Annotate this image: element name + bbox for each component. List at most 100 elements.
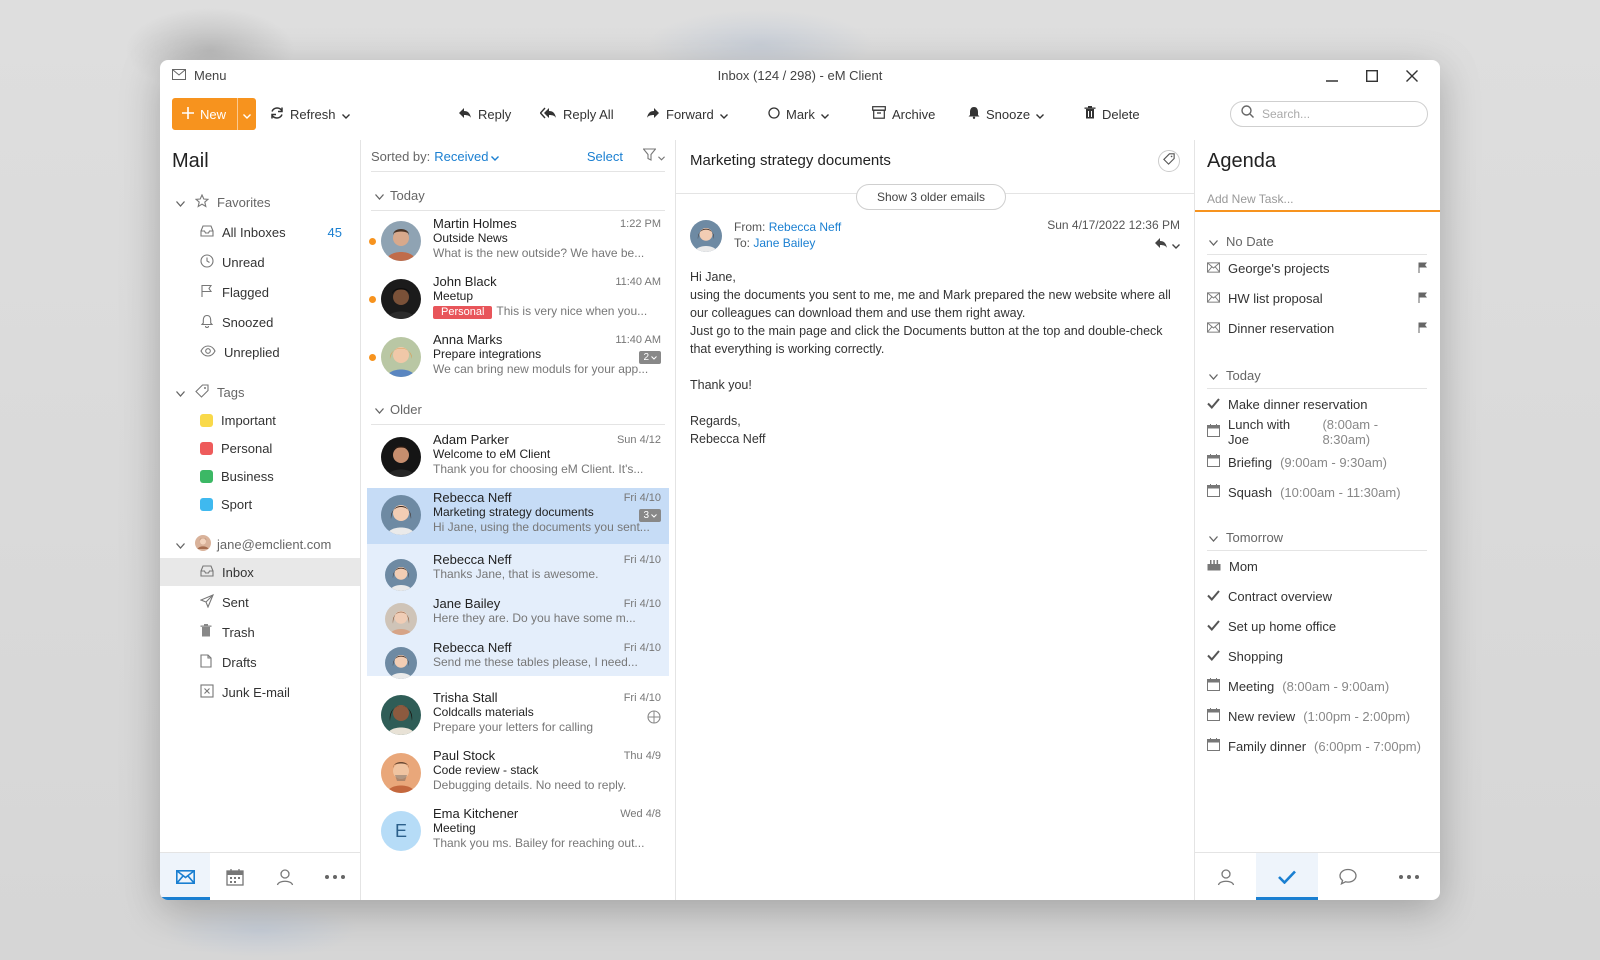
message-item[interactable]: E Ema Kitchener Wed 4/8 Meeting Thank yo… <box>367 804 669 860</box>
new-main-button[interactable]: New <box>172 98 238 130</box>
flag-icon[interactable] <box>1418 291 1427 306</box>
sidebar-item-inbox[interactable]: Inbox <box>160 558 360 586</box>
thread-count-badge[interactable]: 3 <box>639 509 661 522</box>
maximize-button[interactable] <box>1352 64 1392 88</box>
archive-button[interactable]: Archive <box>872 98 935 130</box>
tag-icon <box>195 383 209 401</box>
mark-button[interactable]: Mark <box>768 98 829 130</box>
message-item[interactable]: John Black 11:40 AM Meetup Personal This … <box>367 272 669 328</box>
from-name-link[interactable]: Rebecca Neff <box>769 220 842 234</box>
close-button[interactable] <box>1392 64 1432 88</box>
account-group-header[interactable]: jane@emclient.com <box>160 530 360 558</box>
agenda-contacts-button[interactable] <box>1195 853 1256 900</box>
refresh-button[interactable]: Refresh <box>270 98 350 130</box>
to-name-link[interactable]: Jane Bailey <box>753 236 815 250</box>
sidebar-item-flagged[interactable]: Flagged <box>160 278 360 306</box>
sidebar-item-tag-sport[interactable]: Sport <box>160 490 360 518</box>
contacts-module-button[interactable] <box>260 853 310 900</box>
sidebar-item-unreplied[interactable]: Unreplied <box>160 338 360 366</box>
calendar-event-icon <box>1207 424 1220 440</box>
more-modules-button[interactable] <box>310 853 360 900</box>
mail-module-button[interactable] <box>160 853 210 900</box>
add-task-input[interactable] <box>1207 188 1437 210</box>
sort-dropdown[interactable]: Received <box>434 149 500 164</box>
select-button[interactable]: Select <box>587 149 623 164</box>
flag-icon[interactable] <box>1418 261 1427 276</box>
calendar-event-icon <box>1207 454 1220 470</box>
sidebar-title: Mail <box>172 150 209 172</box>
bell-icon <box>200 314 214 331</box>
thread-message-item[interactable]: Rebecca Neff Fri 4/10 Send me these tabl… <box>367 638 669 682</box>
quick-reply-button[interactable] <box>1154 236 1180 254</box>
agenda-item[interactable]: Lunch with Joe (8:00am - 8:30am) <box>1207 417 1429 447</box>
sidebar-item-all-inboxes[interactable]: All Inboxes 45 <box>160 218 360 246</box>
agenda-chat-button[interactable] <box>1318 853 1379 900</box>
agenda-title: Agenda <box>1207 150 1276 172</box>
sidebar-item-tag-important[interactable]: Important <box>160 406 360 434</box>
group-header-today[interactable]: Today <box>375 188 425 203</box>
agenda-group-no-date[interactable]: No Date <box>1209 234 1274 249</box>
favorites-group-header[interactable]: Favorites <box>160 188 360 216</box>
checkmark-icon[interactable] <box>1207 397 1220 412</box>
agenda-item[interactable]: Shopping <box>1207 644 1429 668</box>
agenda-item[interactable]: HW list proposal <box>1207 286 1429 310</box>
sidebar-item-sent[interactable]: Sent <box>160 588 360 616</box>
message-item[interactable]: Trisha Stall Fri 4/10 Coldcalls material… <box>367 688 669 744</box>
sidebar-item-tag-personal[interactable]: Personal <box>160 434 360 462</box>
forward-button[interactable]: Forward <box>646 98 728 130</box>
delete-button[interactable]: Delete <box>1084 98 1140 130</box>
checkmark-icon[interactable] <box>1207 589 1220 604</box>
agenda-item[interactable]: New review (1:00pm - 2:00pm) <box>1207 704 1429 728</box>
thread-count-badge[interactable]: 2 <box>639 351 661 364</box>
message-item[interactable]: Adam Parker Sun 4/12 Welcome to eM Clien… <box>367 430 669 486</box>
sidebar-item-junk[interactable]: Junk E-mail <box>160 678 360 706</box>
agenda-item[interactable]: George's projects <box>1207 256 1429 280</box>
flag-icon[interactable] <box>1418 321 1427 336</box>
tags-group-header[interactable]: Tags <box>160 378 360 406</box>
agenda-more-button[interactable] <box>1379 853 1440 900</box>
checkmark-icon[interactable] <box>1207 619 1220 634</box>
message-item-selected[interactable]: Rebecca Neff Fri 4/10 Marketing strategy… <box>367 488 669 544</box>
sidebar-item-drafts[interactable]: Drafts <box>160 648 360 676</box>
thread-message-item[interactable]: Jane Bailey Fri 4/10 Here they are. Do y… <box>367 594 669 638</box>
sidebar-item-trash[interactable]: Trash <box>160 618 360 646</box>
agenda-item[interactable]: Contract overview <box>1207 584 1429 608</box>
sidebar-item-tag-business[interactable]: Business <box>160 462 360 490</box>
snooze-button[interactable]: Snooze <box>968 98 1045 130</box>
agenda-item[interactable]: Set up home office <box>1207 614 1429 638</box>
sidebar-item-snoozed[interactable]: Snoozed <box>160 308 360 336</box>
checkmark-icon[interactable] <box>1207 649 1220 664</box>
sidebar-item-unread[interactable]: Unread <box>160 248 360 276</box>
reply-all-button[interactable]: Reply All <box>539 98 614 130</box>
minimize-button[interactable] <box>1312 64 1352 88</box>
message-item[interactable]: Paul Stock Thu 4/9 Code review - stack D… <box>367 746 669 802</box>
thread-message-item[interactable]: Rebecca Neff Fri 4/10 Thanks Jane, that … <box>367 550 669 594</box>
message-item[interactable]: Martin Holmes 1:22 PM Outside News What … <box>367 214 669 270</box>
agenda-item[interactable]: Family dinner (6:00pm - 7:00pm) <box>1207 734 1429 758</box>
agenda-item-time: (6:00pm - 7:00pm) <box>1314 738 1421 754</box>
agenda-item[interactable]: Dinner reservation <box>1207 316 1429 340</box>
agenda-item[interactable]: Briefing (9:00am - 9:30am) <box>1207 450 1429 474</box>
filter-button[interactable] <box>642 148 665 164</box>
agenda-tasks-button[interactable] <box>1256 853 1318 900</box>
agenda-item[interactable]: Make dinner reservation <box>1207 392 1429 416</box>
search-box[interactable] <box>1230 101 1428 127</box>
trash-icon <box>200 624 212 640</box>
search-input[interactable] <box>1262 107 1412 121</box>
new-dropdown-button[interactable] <box>238 98 256 130</box>
agenda-group-today[interactable]: Today <box>1209 368 1261 383</box>
email-body: Hi Jane, using the documents you sent to… <box>690 268 1180 448</box>
more-icon <box>310 874 360 879</box>
agenda-group-tomorrow[interactable]: Tomorrow <box>1209 530 1283 545</box>
tag-button[interactable] <box>1158 150 1180 172</box>
agenda-item[interactable]: Meeting (8:00am - 9:00am) <box>1207 674 1429 698</box>
agenda-item[interactable]: Squash (10:00am - 11:30am) <box>1207 480 1429 504</box>
group-header-older[interactable]: Older <box>375 402 422 417</box>
reply-button[interactable]: Reply <box>458 98 511 130</box>
calendar-module-button[interactable] <box>210 853 260 900</box>
message-item[interactable]: Anna Marks 11:40 AM Prepare integrations… <box>367 330 669 386</box>
new-button[interactable]: New <box>172 98 256 130</box>
tag-color-swatch <box>200 497 213 511</box>
show-older-emails-button[interactable]: Show 3 older emails <box>856 184 1006 210</box>
agenda-item[interactable]: Mom <box>1207 554 1429 578</box>
